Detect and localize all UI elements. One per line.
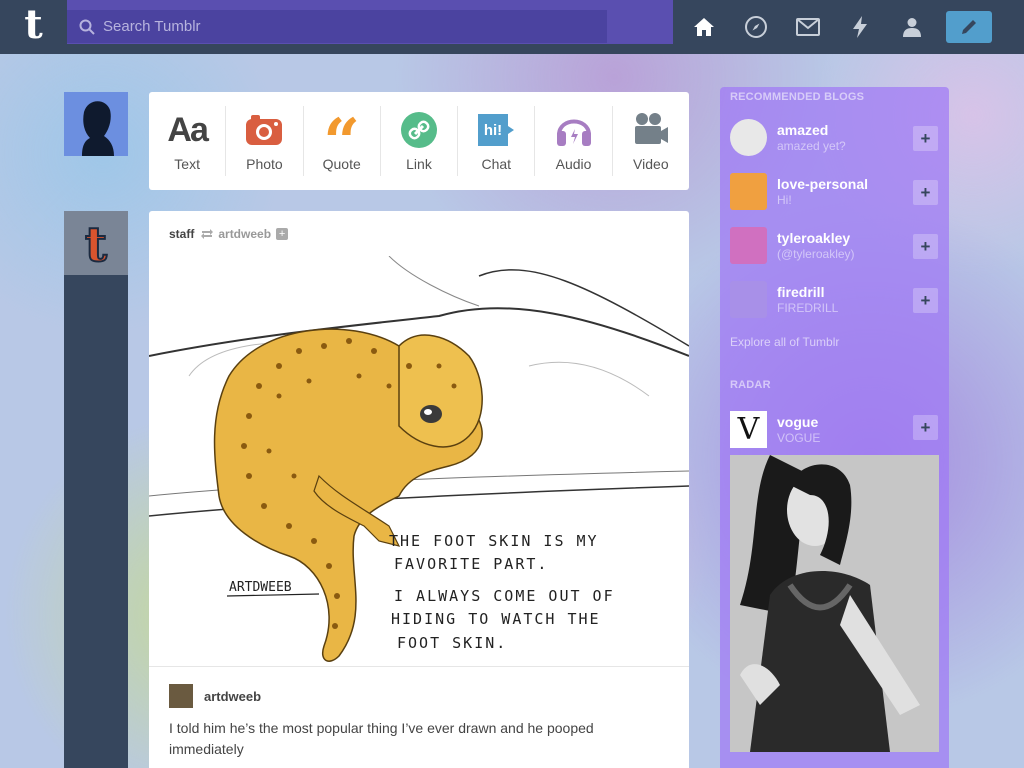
pencil-icon: [962, 20, 976, 34]
post-type-chat[interactable]: hi! Chat: [458, 106, 536, 176]
explore-link[interactable]: Explore all of Tumblr: [730, 335, 839, 349]
top-bar: t: [0, 0, 1024, 54]
reblog-trail-user[interactable]: artdweeb: [169, 684, 261, 708]
post-artwork[interactable]: ARTDWEEB THE FOOT SKIN IS MY FAVORITE PA…: [149, 255, 689, 666]
post-type-audio[interactable]: Audio: [535, 106, 613, 176]
dashboard-post: staff artdweeb + ARTDWEEB THE FOOT SKIN …: [149, 211, 689, 768]
staff-avatar[interactable]: t: [64, 211, 128, 275]
artwork-signature: ARTDWEEB: [229, 580, 292, 595]
reblog-user-avatar[interactable]: [169, 684, 193, 708]
post-type-label: Photo: [246, 156, 283, 172]
radar-blog[interactable]: V vogue VOGUE: [730, 409, 940, 449]
explore-icon[interactable]: [730, 0, 782, 54]
artwork-text-line: I ALWAYS COME OUT OF: [394, 587, 615, 605]
artwork-text-line: THE FOOT SKIN IS MY: [389, 532, 599, 550]
reblog-user-name[interactable]: artdweeb: [204, 689, 261, 704]
account-icon[interactable]: [886, 0, 938, 54]
headphones-icon: [555, 110, 593, 150]
activity-icon[interactable]: [834, 0, 886, 54]
search-input[interactable]: [103, 18, 583, 35]
recommended-blog[interactable]: firedrill FIREDRILL: [730, 279, 940, 319]
search-box: [67, 10, 607, 43]
text-icon: Aa: [167, 110, 208, 149]
link-icon: [400, 110, 437, 150]
sidebar: RECOMMENDED BLOGS amazed amazed yet? + lo…: [720, 87, 949, 768]
compose-button[interactable]: [946, 11, 992, 43]
artwork-text-line: FOOT SKIN.: [397, 634, 507, 652]
follow-button[interactable]: +: [913, 415, 938, 440]
camera-icon: [245, 110, 283, 150]
post-type-video[interactable]: Video: [613, 106, 689, 176]
post-type-label: Audio: [555, 156, 592, 172]
post-author[interactable]: staff: [169, 227, 194, 241]
post-type-link[interactable]: Link: [381, 106, 459, 176]
post-type-text[interactable]: Aa Text: [149, 106, 227, 176]
post-type-label: Quote: [322, 156, 361, 172]
post-header: staff artdweeb +: [169, 227, 289, 241]
reblogged-from[interactable]: artdweeb: [218, 227, 271, 241]
blog-avatar[interactable]: [730, 280, 767, 318]
post-type-label: Text: [174, 156, 200, 172]
post-type-bar: Aa Text Photo “ Quote Link hi! Chat Audi…: [149, 92, 689, 190]
recommended-blog[interactable]: tyleroakley (@tyleroakley): [730, 225, 940, 265]
tumblr-logo[interactable]: t: [0, 0, 67, 54]
home-icon[interactable]: [678, 0, 730, 54]
radar-heading: RADAR: [730, 379, 771, 391]
follow-button[interactable]: +: [913, 234, 938, 259]
follow-button[interactable]: +: [913, 180, 938, 205]
post-type-label: Chat: [481, 156, 512, 172]
recommended-heading: RECOMMENDED BLOGS: [730, 91, 865, 103]
radar-photo[interactable]: [730, 455, 939, 752]
chat-icon: hi!: [476, 110, 516, 150]
quote-icon: “: [323, 113, 361, 153]
post-type-label: Link: [406, 156, 432, 172]
follow-button[interactable]: +: [913, 288, 938, 313]
recommended-blog[interactable]: love-personal Hi!: [730, 171, 940, 211]
recommended-blog[interactable]: amazed amazed yet?: [730, 117, 940, 157]
reblog-icon: [201, 229, 214, 239]
vogue-avatar[interactable]: V: [730, 410, 767, 448]
post-caption: I told him he’s the most popular thing I…: [169, 720, 594, 757]
video-camera-icon: [633, 110, 669, 150]
search-area: [67, 0, 673, 44]
follow-plus-icon[interactable]: +: [276, 228, 289, 240]
my-avatar[interactable]: [64, 92, 128, 156]
post-type-quote[interactable]: “ Quote: [304, 106, 381, 176]
follow-button[interactable]: +: [913, 126, 938, 151]
post-divider: [149, 666, 689, 667]
left-column: [64, 211, 128, 768]
post-type-photo[interactable]: Photo: [226, 106, 304, 176]
svg-text:t: t: [85, 217, 107, 273]
blog-avatar[interactable]: [730, 226, 767, 264]
post-type-label: Video: [633, 156, 669, 172]
blog-avatar[interactable]: [730, 118, 767, 156]
svg-text:hi!: hi!: [484, 122, 502, 139]
artwork-text-line: HIDING TO WATCH THE: [391, 610, 601, 628]
artwork-text-line: FAVORITE PART.: [394, 555, 548, 573]
search-icon: [79, 19, 95, 35]
inbox-icon[interactable]: [782, 0, 834, 54]
blog-avatar[interactable]: [730, 172, 767, 210]
